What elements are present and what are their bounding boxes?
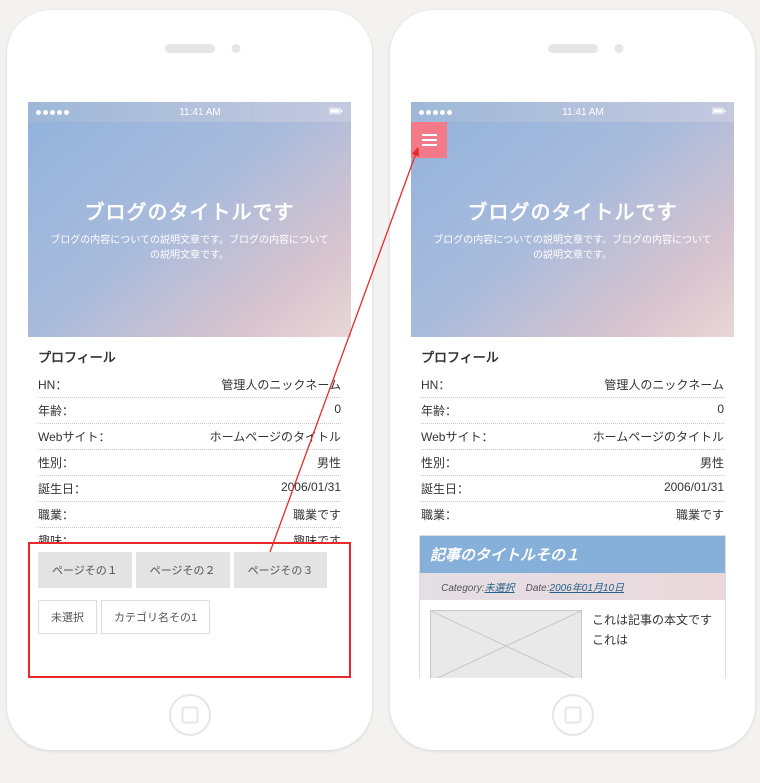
profile-row: 誕生日：2006/01/31 (421, 476, 724, 502)
profile-list: HN：管理人のニックネーム 年齢：0 Webサイト：ホームページのタイトル 性別… (28, 372, 351, 553)
page-link[interactable]: ページその２ (136, 552, 230, 588)
profile-row: 年齢：0 (38, 398, 341, 424)
profile-row: HN：管理人のニックネーム (38, 372, 341, 398)
blog-description: ブログの内容についての説明文章です。ブログの内容についての説明文章です。 (48, 233, 331, 263)
profile-row: Webサイト：ホームページのタイトル (421, 424, 724, 450)
battery-icon (329, 106, 343, 119)
home-button-icon (552, 694, 594, 736)
status-bar: 11:41 AM (411, 102, 734, 122)
page-link[interactable]: ページその３ (234, 552, 328, 588)
category-nav: 未選択 カテゴリ名その1 (38, 600, 341, 634)
battery-icon (712, 106, 726, 119)
category-link[interactable]: カテゴリ名その1 (101, 600, 210, 634)
hamburger-menu-button[interactable] (411, 122, 447, 158)
thumbnail-placeholder-icon (430, 610, 582, 678)
page-nav: ページその１ ページその２ ページその３ (38, 552, 341, 588)
profile-row: 職業：職業です (38, 502, 341, 528)
profile-list: HN：管理人のニックネーム 年齢：0 Webサイト：ホームページのタイトル 性別… (411, 372, 734, 527)
profile-heading: プロフィール (28, 337, 351, 372)
hero-banner: ブログのタイトルです ブログの内容についての説明文章です。ブログの内容についての… (411, 122, 734, 337)
article-body: これは記事の本文です これは (420, 600, 725, 678)
status-bar: 11:41 AM (28, 102, 351, 122)
home-button-icon (169, 694, 211, 736)
article-card: 記事のタイトルその１ Category:未選択 Date:2006年01月10日… (419, 535, 726, 678)
profile-heading: プロフィール (411, 337, 734, 372)
hero-banner: ブログのタイトルです ブログの内容についての説明文章です。ブログの内容についての… (28, 122, 351, 337)
article-meta: Category:未選択 Date:2006年01月10日 (420, 573, 725, 600)
phone-mockup-right: 11:41 AM ブログのタイトルです ブログの内容についての説明文章です。ブロ… (390, 10, 755, 750)
page-link[interactable]: ページその１ (38, 552, 132, 588)
profile-row: 職業：職業です (421, 502, 724, 527)
status-time: 11:41 AM (562, 107, 604, 118)
blog-title: ブログのタイトルです (85, 196, 295, 225)
status-time: 11:41 AM (179, 107, 221, 118)
profile-row: 年齢：0 (421, 398, 724, 424)
phone-mockup-left: 11:41 AM ブログのタイトルです ブログの内容についての説明文章です。ブロ… (7, 10, 372, 750)
article-excerpt: これは記事の本文です これは (592, 610, 715, 678)
profile-row: Webサイト：ホームページのタイトル (38, 424, 341, 450)
nav-highlight-box: ページその１ ページその２ ページその３ 未選択 カテゴリ名その1 (28, 542, 351, 678)
signal-dots-icon (419, 107, 454, 118)
blog-title: ブログのタイトルです (468, 196, 678, 225)
profile-row: HN：管理人のニックネーム (421, 372, 724, 398)
signal-dots-icon (36, 107, 71, 118)
article-title[interactable]: 記事のタイトルその１ (420, 536, 725, 573)
screen-right: 11:41 AM ブログのタイトルです ブログの内容についての説明文章です。ブロ… (411, 102, 734, 678)
category-link[interactable]: 未選択 (38, 600, 97, 634)
profile-row: 誕生日：2006/01/31 (38, 476, 341, 502)
article-category-link[interactable]: 未選択 (484, 583, 514, 594)
profile-row: 性別：男性 (421, 450, 724, 476)
blog-description: ブログの内容についての説明文章です。ブログの内容についての説明文章です。 (431, 233, 714, 263)
article-date-link[interactable]: 2006年01月10日 (550, 583, 625, 594)
profile-row: 性別：男性 (38, 450, 341, 476)
